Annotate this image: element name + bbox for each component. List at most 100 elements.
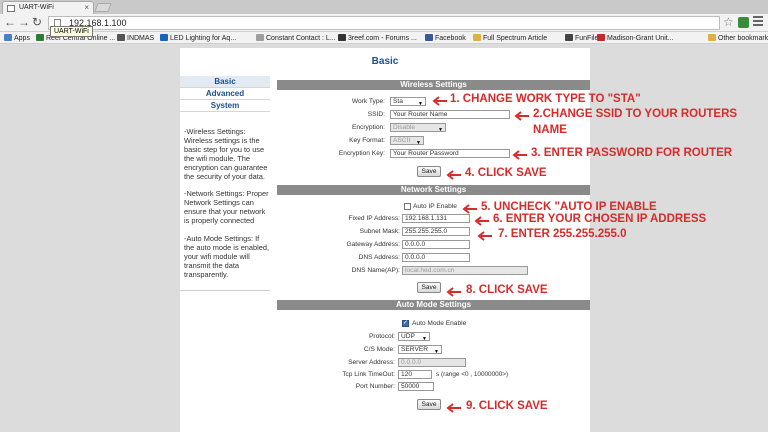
cs-mode-select[interactable]: SERVER ▼ [398, 345, 442, 354]
page-icon [256, 34, 264, 41]
reload-icon[interactable]: ↻ [32, 16, 42, 29]
arrow-left-icon [446, 403, 461, 413]
apps-icon [4, 34, 12, 41]
chevron-down-icon: ▼ [438, 127, 443, 132]
network-settings-header: Network Settings [277, 185, 590, 195]
server-address-input[interactable]: 0.0.0.0 [398, 358, 466, 367]
reef3-icon [338, 34, 346, 41]
port-number-input[interactable]: 50000 [398, 382, 434, 391]
bookmark-item[interactable]: 3reef.com - Forums ... [338, 34, 417, 42]
bookmark-item[interactable]: Madison-Grant Unit... [597, 34, 674, 42]
auto-mode-checkbox[interactable] [402, 319, 409, 327]
help-divider [180, 290, 270, 291]
address-bar[interactable]: 192.168.1.100 [48, 16, 720, 30]
subnet-mask-label: Subnet Mask: [359, 228, 400, 235]
extension-icon[interactable] [738, 17, 749, 28]
ssid-input[interactable]: Your Router Name [390, 110, 510, 119]
work-type-select[interactable]: Sta ▼ [390, 97, 426, 106]
bookmark-star-icon[interactable]: ☆ [723, 15, 734, 29]
reef-icon [36, 34, 44, 41]
menu-icon[interactable] [753, 16, 763, 28]
bookmark-label: Other bookmarks [718, 35, 768, 42]
gateway-label: Gateway Address: [346, 241, 400, 248]
page-title: Basic [371, 56, 399, 67]
tcp-timeout-label: Tcp Link TimeOut: [342, 371, 395, 378]
protocol-select[interactable]: UDP ▼ [398, 332, 430, 341]
bookmark-label: LED Lighting for Aq... [170, 35, 237, 42]
arrow-left-icon [514, 111, 529, 121]
bookmark-item[interactable]: LED Lighting for Aq... [160, 34, 236, 42]
subnet-mask-input[interactable]: 255.255.255.0 [402, 227, 470, 236]
nav-item-basic[interactable]: Basic [180, 76, 270, 88]
gateway-input[interactable]: 0.0.0.0 [402, 240, 470, 249]
encryption-value: Disable [393, 124, 415, 131]
annotation-step-1: 1. CHANGE WORK TYPE TO "STA" [450, 93, 641, 105]
bookmark-item[interactable]: Other bookmarks [708, 34, 768, 42]
encryption-key-label: Encryption Key: [338, 150, 385, 157]
bookmark-item[interactable]: Constant Contact : L... [256, 34, 336, 42]
browser-tab[interactable]: UART-WiFi × [2, 1, 94, 14]
annotation-step-6: 6. ENTER YOUR CHOSEN IP ADDRESS [493, 213, 707, 225]
cs-mode-value: SERVER [401, 346, 428, 353]
bookmark-label: INDMAS [127, 35, 155, 42]
encryption-select[interactable]: Disable ▼ [390, 123, 446, 132]
bookmark-label: Facebook [435, 35, 466, 42]
arrow-left-icon [462, 204, 477, 214]
madison-icon [597, 34, 605, 41]
bookmark-label: Full Spectrum Article [483, 35, 548, 42]
arrow-left-icon [512, 150, 527, 160]
encryption-key-input[interactable]: Your Router Password [390, 149, 510, 158]
funfile-icon [565, 34, 573, 41]
bookmark-label: Constant Contact : L... [266, 35, 336, 42]
close-tab-icon[interactable]: × [84, 3, 89, 12]
bookmark-item[interactable]: INDMAS [117, 34, 154, 42]
bookmark-label: 3reef.com - Forums ... [348, 35, 417, 42]
annotation-step-9: 9. CLICK SAVE [466, 400, 548, 412]
arrow-left-icon [446, 170, 461, 180]
tab-bar: UART-WiFi × [0, 0, 768, 14]
key-format-label: Key Format: [349, 137, 385, 144]
help-wireless: -Wireless Settings: Wireless settings is… [184, 127, 268, 181]
arrow-left-icon [477, 231, 492, 241]
key-format-value: ASCII [393, 137, 411, 144]
bookmark-item[interactable]: Full Spectrum Article [473, 34, 547, 42]
led-icon [160, 34, 168, 41]
chevron-down-icon: ▼ [422, 336, 427, 341]
screenshot-frame: UART-WiFi × ← → ↻ 192.168.1.100 ☆ UART-W… [0, 0, 768, 432]
folder-icon [708, 34, 716, 41]
work-type-label: Work Type: [351, 98, 385, 105]
bookmark-item[interactable]: FunFile [565, 34, 598, 42]
auto-mode-save-button[interactable]: Save [417, 399, 441, 410]
dns-name-input[interactable]: local.hed.com.cn [402, 266, 528, 275]
bookmarks-bar: Apps Reef Central Online ... INDMAS LED Lig… [0, 32, 768, 44]
back-arrow-icon[interactable]: ← [4, 16, 16, 29]
wireless-save-button[interactable]: Save [417, 166, 441, 177]
ssid-label: SSID: [367, 111, 385, 118]
bookmark-label: Apps [14, 35, 30, 42]
new-tab-button[interactable] [94, 3, 112, 12]
forward-arrow-icon[interactable]: → [18, 16, 30, 29]
chevron-down-icon: ▼ [416, 140, 421, 145]
help-network: -Network Settings: Proper Network Settin… [184, 189, 269, 226]
bookmark-item[interactable]: Facebook [425, 34, 466, 42]
network-save-button[interactable]: Save [417, 282, 441, 293]
fixed-ip-input[interactable]: 192.168.1.131 [402, 214, 470, 223]
dns-address-input[interactable]: 0.0.0.0 [402, 253, 470, 262]
tooltip: UART-WiFi [50, 26, 93, 37]
bookmark-item[interactable]: Apps [4, 34, 30, 42]
annotation-step-2-cont: NAME [533, 124, 567, 136]
auto-ip-checkbox[interactable] [404, 203, 411, 210]
dns-address-label: DNS Address: [358, 254, 400, 261]
bookmark-label: FunFile [575, 35, 599, 42]
annotation-step-8: 8. CLICK SAVE [466, 284, 548, 296]
nav-item-system[interactable]: System [180, 100, 270, 112]
facebook-icon [425, 34, 433, 41]
port-number-label: Port Number: [355, 383, 395, 390]
chevron-down-icon: ▼ [418, 101, 423, 106]
fixed-ip-label: Fixed IP Address: [348, 215, 400, 222]
nav-item-advanced[interactable]: Advanced [180, 88, 270, 100]
annotation-step-3: 3. ENTER PASSWORD FOR ROUTER [531, 147, 733, 159]
key-format-select[interactable]: ASCII ▼ [390, 136, 424, 145]
tcp-timeout-input[interactable]: 120 [398, 370, 432, 379]
tcp-timeout-hint: s (range <0 , 10000000>) [436, 371, 509, 378]
